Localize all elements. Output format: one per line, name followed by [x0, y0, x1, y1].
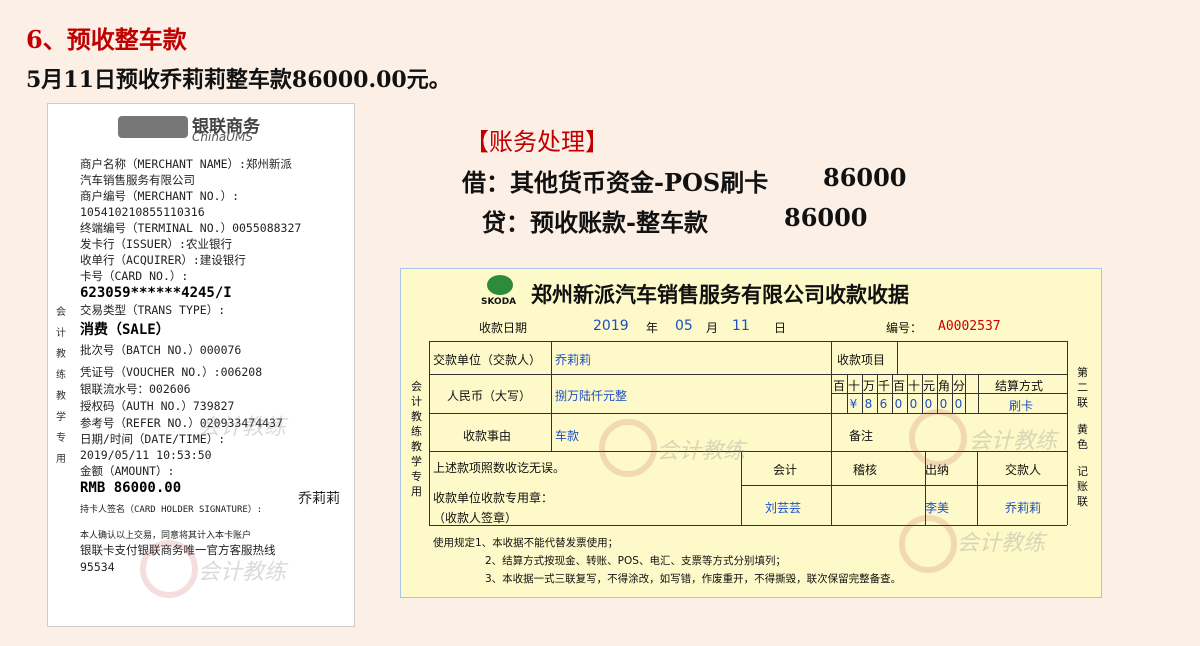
skoda-logo: SKODA	[481, 275, 521, 309]
receipt-line: 95534	[80, 560, 115, 574]
voucher-rule: 2、结算方式按现金、转账、POS、电汇、支票等方式分别填列；	[485, 555, 786, 567]
pos-receipt: 银联商务 ChinaUMS 商户名称（MERCHANT NAME）:郑州新派 汽…	[47, 103, 355, 627]
reason-value: 车款	[555, 429, 580, 443]
digit-header: 分	[953, 379, 966, 393]
signer-label: （收款人签章）	[433, 511, 518, 525]
digit-header: 千	[878, 379, 891, 393]
watermark-icon	[599, 419, 657, 477]
watermark-icon	[140, 540, 198, 598]
digit-header: 元	[923, 379, 936, 393]
receipt-line: 终端编号（TERMINAL NO.）0055088327	[80, 221, 302, 235]
amount-digit: 0	[954, 397, 963, 411]
settle-value: 刷卡	[1009, 399, 1034, 413]
digit-header: 万	[863, 379, 876, 393]
voucher-rule: 使用规定1、本收据不能代替发票使用；	[433, 537, 619, 549]
date-month: 05	[675, 318, 693, 334]
voucher-title: 郑州新派汽车销售服务有限公司收款收据	[531, 283, 909, 307]
amount-digit: 0	[909, 397, 918, 411]
cashier-value: 李美	[925, 501, 950, 515]
credit-label: 贷：预收账款-整车款	[482, 208, 708, 237]
debit-label: 借：其他货币资金-POS刷卡	[462, 168, 769, 197]
date-year: 2019	[593, 318, 629, 334]
receipt-line: 发卡行（ISSUER）:农业银行	[80, 237, 232, 251]
month-unit: 月	[706, 321, 719, 335]
watermark-text: 会计教练	[198, 415, 287, 440]
payer-label: 交款单位（交款人）	[433, 353, 542, 367]
receipt-line: 汽车销售服务有限公司	[80, 173, 195, 187]
watermark-text: 会计教练	[657, 439, 746, 464]
watermark-icon	[909, 409, 967, 467]
ums-logo-icon	[118, 116, 188, 138]
debit-amount: 86000	[823, 163, 907, 192]
digit-header: 十	[908, 379, 921, 393]
receipt-line: 105410210855110316	[80, 205, 205, 219]
payer-value: 乔莉莉	[555, 353, 592, 367]
cardholder-signature: 乔莉莉	[298, 491, 340, 507]
accounting-title: 【账务处理】	[465, 128, 609, 156]
debit-entry: 借：其他货币资金-POS刷卡 86000	[462, 163, 907, 198]
digit-header: 角	[938, 379, 951, 393]
role-auditor: 稽核	[853, 463, 878, 477]
receipt-line: 持卡人签名（CARD HOLDER SIGNATURE）:	[80, 505, 263, 515]
card-number: 623059******4245/I	[80, 285, 232, 301]
watermark-text: 会计教练	[969, 429, 1058, 454]
receipt-line: 金额（AMOUNT）:	[80, 464, 175, 478]
receipt-line: 商户名称（MERCHANT NAME）:郑州新派	[80, 157, 292, 171]
voucher-rule: 3、本收据一式三联复写，不得涂改，如写错，作废重开，不得撕毁，联次保留完整备查。	[485, 573, 902, 585]
amount: RMB 86000.00	[80, 480, 182, 496]
role-payer: 交款人	[1005, 463, 1042, 477]
year-unit: 年	[646, 321, 659, 335]
no-label: 编号：	[886, 321, 923, 335]
unionpay-logo: 银联商务 ChinaUMS	[118, 112, 288, 144]
receipt-line: 2019/05/11 10:53:50	[80, 448, 212, 462]
receipt-line: 卡号（CARD NO.）:	[80, 269, 189, 283]
receipt-line: 凭证号（VOUCHER NO.）:006208	[80, 365, 263, 379]
transaction-description: 5月11日预收乔莉莉整车款86000.00元。	[26, 67, 451, 93]
receipt-line: 批次号（BATCH NO.）000076	[80, 343, 242, 357]
accountant-value: 刘芸芸	[765, 501, 802, 515]
credit-amount: 86000	[784, 203, 868, 232]
date-day: 11	[732, 318, 750, 334]
receipt-voucher: SKODA 郑州新派汽车销售服务有限公司收款收据 收款日期 2019 年 05 …	[400, 268, 1102, 598]
watermark-text: 会计教练	[957, 531, 1046, 556]
logo-en: ChinaUMS	[192, 130, 254, 144]
page-heading: 6、预收整车款	[26, 25, 187, 54]
digit-header: 十	[848, 379, 861, 393]
receipt-line: 收单行（ACQUIRER）:建设银行	[80, 253, 246, 267]
item-label: 收款项目	[837, 353, 886, 367]
skoda-logo-icon	[487, 275, 513, 295]
receipt-side-label: 会计 教练 教学 专用	[56, 307, 66, 465]
stamp-label: 收款单位收款专用章：	[433, 491, 554, 505]
trans-type: 消费（SALE）	[80, 322, 170, 338]
credit-entry: 贷：预收账款-整车款 86000	[482, 203, 868, 238]
settle-label: 结算方式	[995, 379, 1044, 393]
voucher-left-label: 会计 教练 教学 专用	[411, 380, 422, 498]
remark-label: 备注	[849, 429, 874, 443]
amount-digit: 6	[879, 397, 888, 411]
digit-header: 百	[893, 379, 906, 393]
amount-digit: ¥	[849, 397, 858, 411]
rmb-label: 人民币（大写）	[447, 389, 532, 403]
voucher-right-label: 第二 联 黄色 记账 联	[1077, 366, 1088, 508]
reason-label: 收款事由	[463, 429, 512, 443]
receipt-line: 商户编号（MERCHANT NO.）:	[80, 189, 240, 203]
digit-header: 百	[833, 379, 846, 393]
receipt-line: 银联流水号：002606	[80, 382, 191, 396]
payer-sign-value: 乔莉莉	[1005, 501, 1042, 515]
rmb-value: 捌万陆仟元整	[555, 389, 628, 403]
receipt-line: 交易类型（TRANS TYPE）:	[80, 303, 226, 317]
receipt-number: A0002537	[938, 319, 1001, 334]
confirm-text: 上述款项照数收讫无误。	[433, 461, 566, 475]
watermark-icon	[899, 515, 957, 573]
date-label: 收款日期	[479, 321, 528, 335]
amount-digit: 8	[864, 397, 873, 411]
watermark-text: 会计教练	[198, 560, 287, 585]
role-accountant: 会计	[773, 463, 798, 477]
day-unit: 日	[774, 321, 787, 335]
amount-digit: 0	[894, 397, 903, 411]
